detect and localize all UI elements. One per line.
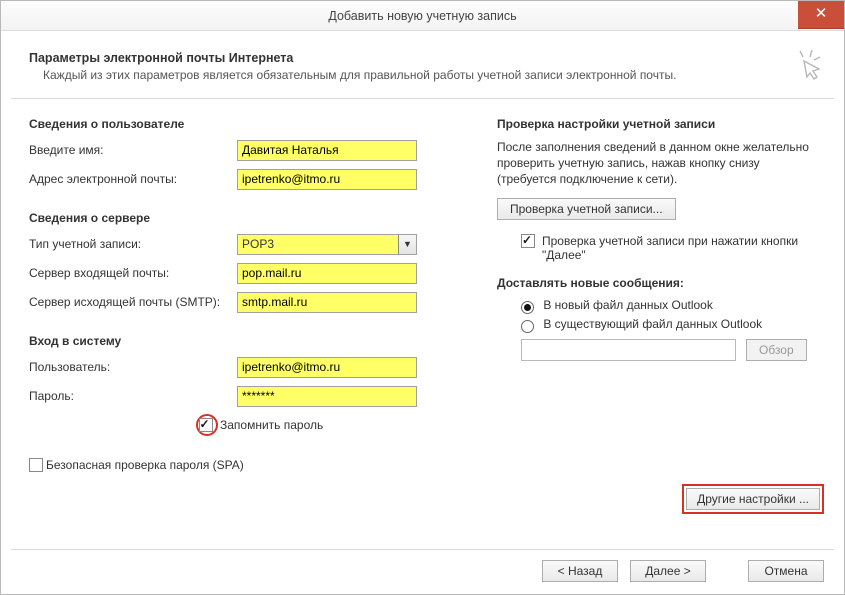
test-account-button[interactable]: Проверка учетной записи...: [497, 198, 676, 220]
text-test-account: После заполнения сведений в данном окне …: [497, 139, 820, 188]
input-name[interactable]: [237, 140, 417, 161]
dialog-header: Параметры электронной почты Интернета Ка…: [11, 41, 834, 99]
highlight-rect-icon: Другие настройки ...: [682, 484, 824, 514]
select-acct-type-value: POP3: [242, 237, 274, 251]
dialog-window: Добавить новую учетную запись Параметры …: [0, 0, 845, 595]
label-password: Пароль:: [29, 389, 237, 403]
input-email[interactable]: [237, 169, 417, 190]
browse-button: Обзор: [746, 339, 807, 361]
section-login: Вход в систему: [29, 334, 479, 348]
section-server-info: Сведения о сервере: [29, 211, 479, 225]
input-incoming-server[interactable]: [237, 263, 417, 284]
section-user-info: Сведения о пользователе: [29, 117, 479, 131]
label-test-on-next: Проверка учетной записи при нажатии кноп…: [542, 234, 802, 262]
titlebar: Добавить новую учетную запись: [1, 1, 844, 31]
dialog-footer: < Назад Далее > Отмена: [11, 549, 834, 582]
header-subtitle: Каждый из этих параметров является обяза…: [43, 68, 816, 82]
select-acct-type[interactable]: POP3: [237, 234, 417, 255]
label-radio-new-file: В новый файл данных Outlook: [543, 298, 713, 312]
label-name: Введите имя:: [29, 143, 237, 157]
label-radio-existing-file: В существующий файл данных Outlook: [543, 317, 762, 331]
checkbox-test-on-next[interactable]: [521, 234, 535, 248]
window-title: Добавить новую учетную запись: [1, 1, 844, 31]
radio-existing-file[interactable]: [521, 320, 534, 333]
label-outgoing-server: Сервер исходящей почты (SMTP):: [29, 295, 237, 309]
checkbox-remember-password[interactable]: [199, 418, 213, 432]
dialog-body: Сведения о пользователе Введите имя: Адр…: [1, 99, 844, 482]
back-button[interactable]: < Назад: [542, 560, 618, 582]
column-right: Проверка настройки учетной записи После …: [479, 117, 820, 472]
input-password[interactable]: [237, 386, 417, 407]
cancel-button[interactable]: Отмена: [748, 560, 824, 582]
input-user[interactable]: [237, 357, 417, 378]
label-remember-password: Запомнить пароль: [220, 418, 323, 432]
checkbox-spa[interactable]: [29, 458, 43, 472]
input-outgoing-server[interactable]: [237, 292, 417, 313]
label-acct-type: Тип учетной записи:: [29, 237, 237, 251]
next-button[interactable]: Далее >: [630, 560, 706, 582]
label-user: Пользователь:: [29, 360, 237, 374]
section-deliver: Доставлять новые сообщения:: [497, 276, 820, 290]
header-title: Параметры электронной почты Интернета: [29, 51, 816, 65]
close-icon[interactable]: [798, 1, 844, 29]
column-left: Сведения о пользователе Введите имя: Адр…: [29, 117, 479, 472]
radio-new-file[interactable]: [521, 301, 534, 314]
highlight-circle-icon: [196, 414, 218, 436]
other-settings-button[interactable]: Другие настройки ...: [686, 488, 820, 510]
input-existing-path[interactable]: [521, 339, 736, 361]
label-incoming-server: Сервер входящей почты:: [29, 266, 237, 280]
chevron-down-icon: [398, 235, 416, 254]
section-test-account: Проверка настройки учетной записи: [497, 117, 820, 131]
cursor-click-icon: [790, 47, 826, 88]
label-email: Адрес электронной почты:: [29, 172, 237, 186]
label-spa: Безопасная проверка пароля (SPA): [46, 458, 244, 472]
